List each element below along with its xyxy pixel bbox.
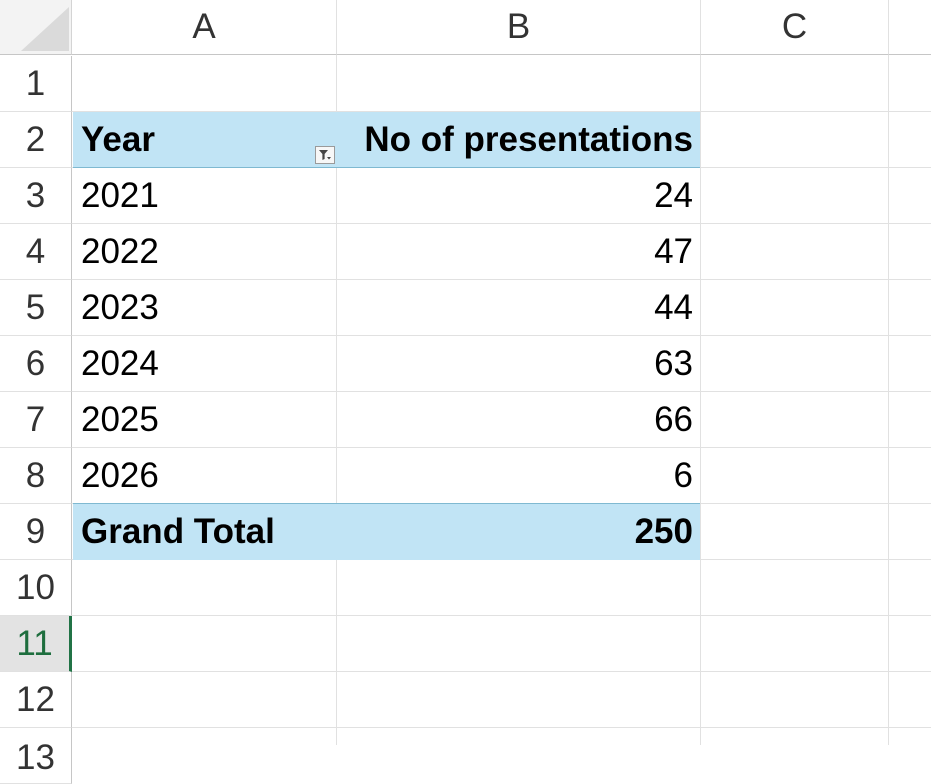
column-header-c[interactable]: C — [701, 0, 889, 55]
pivot-year-cell[interactable]: 2021 — [73, 168, 336, 224]
pivot-year-cell[interactable]: 2023 — [73, 280, 336, 336]
pivot-header-count[interactable]: No of presentations — [337, 112, 700, 168]
pivot-count-cell[interactable]: 24 — [337, 168, 700, 224]
gridline-row — [72, 727, 931, 728]
pivot-count-cell[interactable]: 66 — [337, 392, 700, 448]
pivot-year-cell[interactable]: 2024 — [73, 336, 336, 392]
filter-dropdown-button[interactable] — [315, 146, 335, 164]
pivot-grand-total-value[interactable]: 250 — [337, 504, 700, 560]
gridline-row — [72, 615, 931, 616]
row-header-13[interactable]: 13 — [0, 728, 72, 784]
gridline-row — [72, 671, 931, 672]
select-all-corner[interactable] — [0, 0, 72, 55]
row-header-8[interactable]: 8 — [0, 448, 72, 504]
pivot-count-cell[interactable]: 63 — [337, 336, 700, 392]
pivot-header-year[interactable]: Year — [73, 112, 336, 168]
row-header-3[interactable]: 3 — [0, 168, 72, 224]
filter-dropdown-icon — [319, 150, 331, 160]
column-header-b[interactable]: B — [337, 0, 701, 55]
pivot-count-cell[interactable]: 6 — [337, 448, 700, 504]
row-header-7[interactable]: 7 — [0, 392, 72, 448]
row-header-6[interactable]: 6 — [0, 336, 72, 392]
row-header-9[interactable]: 9 — [0, 504, 72, 560]
pivot-grand-total-label[interactable]: Grand Total — [73, 504, 336, 560]
row-header-12[interactable]: 12 — [0, 672, 72, 728]
pivot-year-cell[interactable]: 2026 — [73, 448, 336, 504]
pivot-year-cell[interactable]: 2025 — [73, 392, 336, 448]
select-all-triangle-icon — [21, 7, 69, 51]
row-header-2[interactable]: 2 — [0, 112, 72, 168]
row-header-1[interactable]: 1 — [0, 56, 72, 112]
row-header-5[interactable]: 5 — [0, 280, 72, 336]
row-header-4[interactable]: 4 — [0, 224, 72, 280]
row-header-11[interactable]: 11 — [0, 616, 72, 672]
gridline-col-b — [700, 55, 701, 745]
column-header-d[interactable] — [889, 0, 931, 55]
gridline-col-c — [888, 55, 889, 745]
pivot-count-cell[interactable]: 47 — [337, 224, 700, 280]
pivot-year-cell[interactable]: 2022 — [73, 224, 336, 280]
row-header-10[interactable]: 10 — [0, 560, 72, 616]
column-header-a[interactable]: A — [72, 0, 337, 55]
pivot-count-cell[interactable]: 44 — [337, 280, 700, 336]
